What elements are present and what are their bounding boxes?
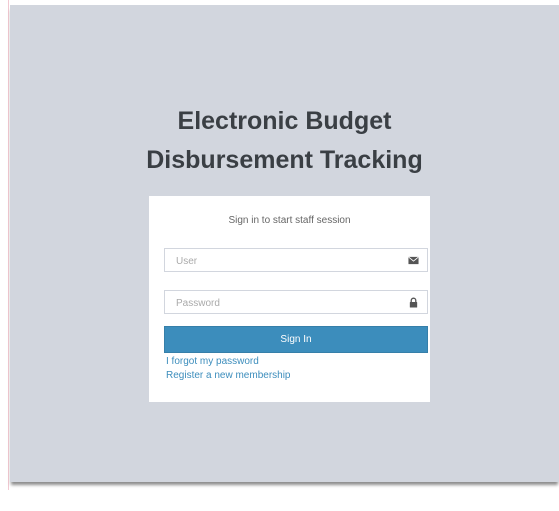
password-field[interactable]	[164, 290, 428, 314]
page-left-border	[0, 0, 9, 490]
user-field[interactable]	[164, 248, 428, 272]
sign-in-button[interactable]: Sign In	[164, 326, 428, 353]
envelope-icon	[408, 256, 419, 265]
app-title: Electronic Budget Disbursement Tracking	[10, 102, 559, 180]
lock-icon	[409, 297, 418, 308]
user-input[interactable]	[174, 250, 398, 272]
login-box: Sign in to start staff session Sign In I…	[149, 196, 430, 402]
app-title-line-1: Electronic Budget	[177, 107, 392, 135]
register-link[interactable]: Register a new membership	[166, 370, 291, 381]
forgot-password-link[interactable]: I forgot my password	[166, 356, 259, 367]
login-page: Electronic Budget Disbursement Tracking …	[10, 5, 559, 482]
password-input[interactable]	[174, 292, 398, 314]
login-box-message: Sign in to start staff session	[228, 215, 351, 226]
app-title-line-2: Disbursement Tracking	[146, 146, 423, 174]
